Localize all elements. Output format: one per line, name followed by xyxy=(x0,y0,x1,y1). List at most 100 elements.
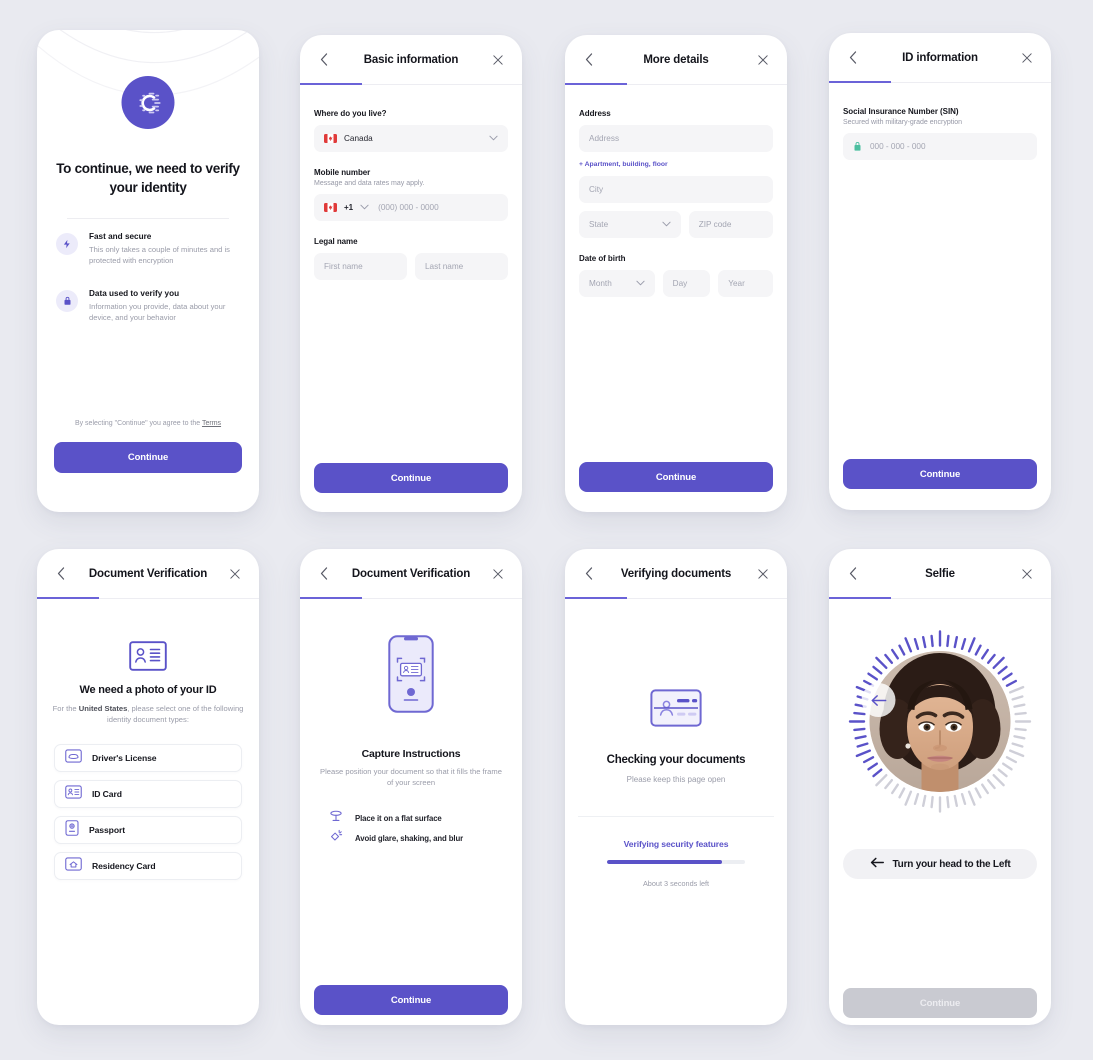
state-placeholder: State xyxy=(589,220,609,229)
zip-input[interactable]: ZIP code xyxy=(688,211,773,238)
secure-lock-icon xyxy=(853,141,862,152)
header-title: Basic information xyxy=(363,53,459,66)
screen-intro: To continue, we need to verify your iden… xyxy=(37,30,259,512)
screen-id-information: ID information Social Insurance Number (… xyxy=(829,33,1051,510)
document-option-id-card[interactable]: ID Card xyxy=(54,780,242,808)
back-button[interactable] xyxy=(51,564,71,584)
back-button[interactable] xyxy=(314,564,334,584)
turn-direction-indicator xyxy=(861,683,896,717)
close-button[interactable] xyxy=(1017,564,1037,584)
add-apartment-link[interactable]: + Apartment, building, floor xyxy=(579,161,773,168)
page-subtitle: For the United States, please select one… xyxy=(49,703,247,726)
phone-placeholder: (000) 000 - 0000 xyxy=(378,203,439,212)
close-button[interactable] xyxy=(753,564,773,584)
document-option-residency-card[interactable]: Residency Card xyxy=(54,852,242,880)
close-button[interactable] xyxy=(225,564,245,584)
tip-flat-surface: Place it on a flat surface xyxy=(329,809,502,827)
first-name-input[interactable]: First name xyxy=(314,253,407,280)
continue-button[interactable]: Continue xyxy=(843,459,1037,489)
passport-icon xyxy=(65,819,79,841)
drivers-license-icon xyxy=(65,748,82,768)
selfie-instruction-pill: Turn your head to the Left xyxy=(843,849,1037,879)
continue-button[interactable]: Continue xyxy=(843,988,1037,1018)
last-name-input[interactable]: Last name xyxy=(415,253,508,280)
mobile-sub: Message and data rates may apply. xyxy=(314,180,425,187)
brand-logo-icon xyxy=(121,76,175,129)
year-input[interactable]: Year xyxy=(718,270,773,297)
header-title: Verifying documents xyxy=(620,567,732,580)
tip-avoid-glare: Avoid glare, shaking, and blur xyxy=(329,829,502,847)
back-button[interactable] xyxy=(843,564,863,584)
feature-title: Data used to verify you xyxy=(89,289,180,298)
feature-title: Fast and secure xyxy=(89,232,152,241)
selfie-capture-ring xyxy=(848,629,1033,814)
page-title: Checking your documents xyxy=(606,754,746,766)
option-label: Driver's License xyxy=(92,753,157,763)
progress-bar-fill xyxy=(607,860,722,864)
chevron-down-icon xyxy=(489,134,498,143)
day-input[interactable]: Day xyxy=(662,270,711,297)
continue-button[interactable]: Continue xyxy=(579,462,773,492)
screen-more-details: More details Address Address + Apartment… xyxy=(565,35,787,512)
close-button[interactable] xyxy=(488,564,508,584)
header-title: Selfie xyxy=(925,567,955,580)
time-remaining-text: About 3 seconds left xyxy=(642,879,710,888)
verification-status-text: Verifying security features xyxy=(623,839,729,849)
screen-verifying-documents: Verifying documents Checking your docume… xyxy=(565,549,787,1025)
first-name-placeholder: First name xyxy=(324,262,363,271)
year-placeholder: Year xyxy=(728,279,745,288)
header-bar: Document Verification xyxy=(37,549,259,599)
close-button[interactable] xyxy=(753,50,773,70)
canada-flag-icon xyxy=(324,134,337,143)
continue-button[interactable]: Continue xyxy=(314,985,508,1015)
subtitle-country: United States xyxy=(78,704,128,713)
selfie-preview xyxy=(869,651,1011,792)
close-button[interactable] xyxy=(488,50,508,70)
terms-notice: By selecting "Continue" you agree to the… xyxy=(37,420,259,427)
chevron-down-icon[interactable] xyxy=(360,203,369,212)
back-button[interactable] xyxy=(843,48,863,68)
canada-flag-icon xyxy=(324,203,337,212)
screen-body: We need a photo of your ID For the Unite… xyxy=(37,599,259,1025)
page-subtitle: Please keep this page open xyxy=(626,775,726,784)
city-input[interactable]: City xyxy=(579,176,773,203)
document-option-passport[interactable]: Passport xyxy=(54,816,242,844)
chevron-down-icon xyxy=(636,279,645,288)
sin-label: Social Insurance Number (SIN) xyxy=(843,107,959,116)
day-placeholder: Day xyxy=(672,279,688,288)
close-button[interactable] xyxy=(1017,48,1037,68)
legal-name-label: Legal name xyxy=(314,237,358,246)
subtitle-suffix: , please select one of the following ide… xyxy=(107,704,244,725)
document-option-drivers-license[interactable]: Driver's License xyxy=(54,744,242,772)
document-scan-illustration-icon xyxy=(650,689,702,732)
address-input[interactable]: Address xyxy=(579,125,773,152)
divider xyxy=(67,218,229,219)
mobile-number-input[interactable]: +1 (000) 000 - 0000 xyxy=(314,194,508,221)
header-bar: Basic information xyxy=(300,35,522,85)
back-button[interactable] xyxy=(579,564,599,584)
terms-prefix: By selecting "Continue" you agree to the xyxy=(74,420,202,427)
screen-body: Checking your documents Please keep this… xyxy=(565,599,787,1025)
sin-input[interactable]: 000 - 000 - 000 xyxy=(843,133,1037,160)
month-placeholder: Month xyxy=(589,279,612,288)
month-select[interactable]: Month xyxy=(579,270,655,297)
dial-code: +1 xyxy=(344,203,354,212)
tip-text: Avoid glare, shaking, and blur xyxy=(355,833,464,843)
tip-text: Place it on a flat surface xyxy=(355,813,442,823)
zip-placeholder: ZIP code xyxy=(698,220,732,229)
bolt-icon xyxy=(56,233,78,255)
back-button[interactable] xyxy=(579,50,599,70)
country-select[interactable]: Canada xyxy=(314,125,508,152)
subtitle-prefix: For the xyxy=(52,704,79,713)
screen-document-verification-select: Document Verification We need a photo of… xyxy=(37,549,259,1025)
continue-button[interactable]: Continue xyxy=(54,442,242,473)
page-title: To continue, we need to verify your iden… xyxy=(56,161,240,195)
back-button[interactable] xyxy=(314,50,334,70)
header-bar: More details xyxy=(565,35,787,85)
state-select[interactable]: State xyxy=(579,211,681,238)
header-bar: Verifying documents xyxy=(565,549,787,599)
continue-button[interactable]: Continue xyxy=(314,463,508,493)
chevron-down-icon xyxy=(662,220,671,229)
terms-link[interactable]: Terms xyxy=(202,420,221,427)
selfie-instruction-text: Turn your head to the Left xyxy=(892,858,1011,870)
